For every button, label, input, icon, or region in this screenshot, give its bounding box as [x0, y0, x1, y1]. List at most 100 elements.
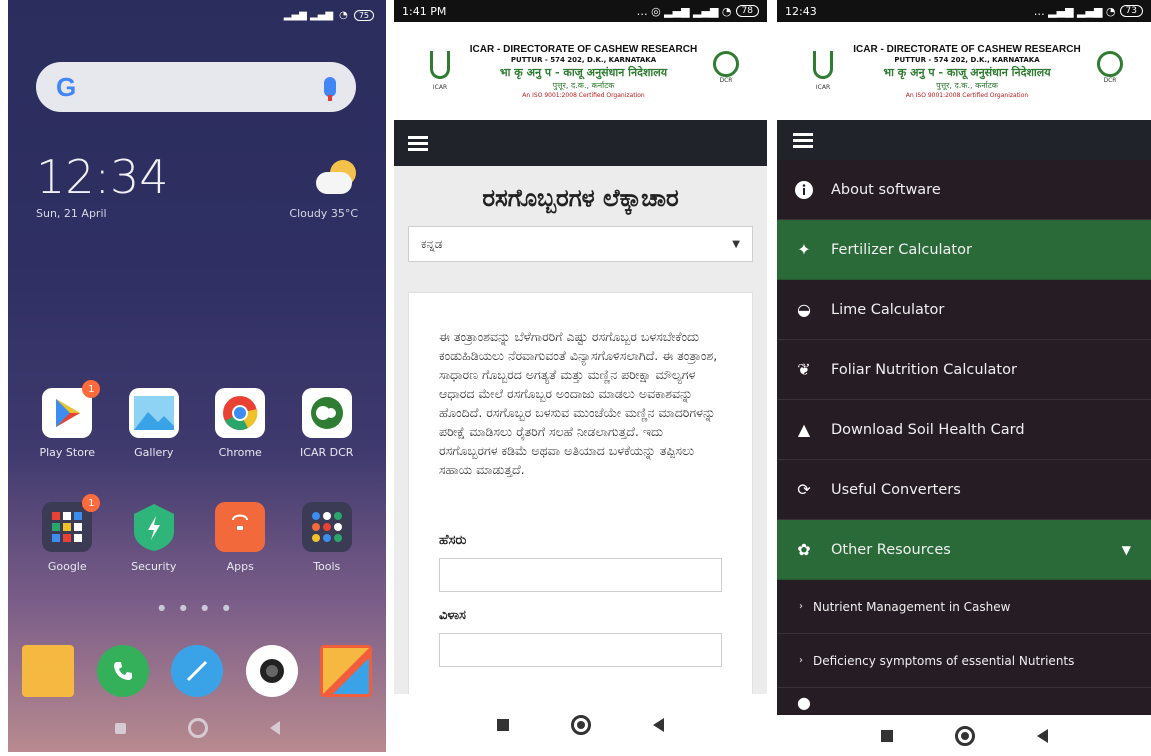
- signal-icon: … ◎ ▂▄▆ ▂▄▆ ◔: [636, 4, 732, 18]
- menu-item-label: Useful Converters: [831, 481, 961, 498]
- tools-folder-icon[interactable]: [301, 502, 352, 552]
- dcr-logo-icon: DCR: [711, 51, 741, 91]
- google-search-bar[interactable]: G: [36, 62, 356, 112]
- gallery-icon[interactable]: [128, 388, 179, 438]
- home-icon[interactable]: [954, 725, 975, 746]
- submenu-item-label: Nutrient Management in Cashew: [813, 599, 1011, 614]
- google-folder-icon[interactable]: 1: [42, 494, 101, 552]
- notification-badge: 1: [82, 380, 101, 398]
- dropdown-arrow-icon: ▼: [732, 238, 740, 250]
- browser-icon[interactable]: [171, 645, 223, 697]
- notes-icon[interactable]: [22, 645, 74, 697]
- notification-badge: 1: [82, 494, 101, 512]
- weather-cloud-icon[interactable]: [312, 160, 356, 196]
- side-menu: About software ✦ Fertilizer Calculator ◒…: [777, 120, 1151, 716]
- menu-header: [777, 120, 1151, 160]
- site-header: ICAR ICAR - DIRECTORATE OF CASHEW RESEAR…: [394, 22, 767, 120]
- org-address-hindi: पुत्तूर, द.क., कर्नाटक: [552, 80, 615, 90]
- app-label: Chrome: [218, 446, 262, 459]
- description-text: ಈ ತಂತ್ರಾಂಶವನ್ನು ಬೆಳೆಗಾರರಿಗೆ ಎಷ್ಟು ರಸಗೊಬ್…: [439, 329, 718, 477]
- org-name-hindi: भा कृ अनु प - काजू अनुसंधान निदेशालय: [499, 65, 668, 79]
- leaf-icon: ❦: [797, 360, 811, 379]
- app-label: Tools: [313, 560, 341, 573]
- page-title: ರಸಗೊಬ್ಬರಗಳ ಲೆಕ್ಕಾಚಾರ: [482, 184, 679, 212]
- user-icon: ●: [797, 692, 811, 712]
- chrome-icon[interactable]: [215, 388, 266, 438]
- recents-icon[interactable]: [114, 722, 126, 734]
- status-time: 12:43: [785, 4, 817, 18]
- chevron-down-icon[interactable]: ▼: [1122, 543, 1131, 557]
- info-icon: [793, 179, 815, 201]
- menu-item-foliar-nutrition[interactable]: ❦ Foliar Nutrition Calculator: [777, 340, 1151, 400]
- menu-item-lime-calculator[interactable]: ◒ Lime Calculator: [777, 280, 1151, 340]
- recents-icon[interactable]: [497, 719, 509, 731]
- app-label: Gallery: [134, 446, 174, 459]
- status-bar: 1:41 PM … ◎ ▂▄▆ ▂▄▆ ◔ 78: [394, 0, 767, 22]
- themes-icon[interactable]: [320, 645, 372, 697]
- menu-drawer-phone: 12:43 … ▂▄▆ ▂▄▆ ◔ 73 ICAR ICAR - DIRECTO…: [777, 0, 1151, 756]
- phone-icon[interactable]: [96, 645, 149, 697]
- signal-icon: ▂▄▆ ▂▄▆: [283, 9, 334, 21]
- menu-item-other-resources[interactable]: ✿ Other Resources ▼: [777, 520, 1151, 580]
- status-time: 1:41 PM: [402, 4, 447, 18]
- app-google-folder[interactable]: 1 Google: [24, 494, 111, 573]
- resources-icon: ✿: [797, 540, 811, 559]
- app-security[interactable]: Security: [111, 502, 198, 573]
- menu-item-soil-health-card[interactable]: ▲ Download Soil Health Card: [777, 400, 1151, 460]
- home-icon[interactable]: [187, 718, 208, 738]
- camera-icon[interactable]: [245, 645, 298, 697]
- status-bar: 12:43 … ▂▄▆ ▂▄▆ ◔ 73: [777, 0, 1151, 22]
- chevron-right-icon: ›: [799, 601, 803, 612]
- hamburger-menu-icon[interactable]: [793, 132, 813, 148]
- app-icar-dcr[interactable]: ICAR DCR: [284, 388, 371, 459]
- submenu-item-label: Deficiency symptoms of essential Nutrien…: [813, 653, 1075, 668]
- app-apps-store[interactable]: Apps: [197, 502, 284, 573]
- menu-item-label: Lime Calculator: [831, 301, 945, 318]
- org-address: PUTTUR - 574 202, D.K., KARNATAKA: [510, 55, 657, 64]
- home-screen-phone: ▂▄▆ ▂▄▆ ◔ 75 G 12:34 Sun, 21 April Cloud…: [8, 0, 386, 752]
- menu-item-label: Download Soil Health Card: [831, 421, 1025, 438]
- nav-bar: [777, 715, 1151, 756]
- recents-icon[interactable]: [880, 729, 893, 742]
- menu-item-about-software[interactable]: About software: [777, 160, 1151, 220]
- icar-logo-icon: ICAR: [807, 51, 839, 91]
- app-play-store[interactable]: 1 Play Store: [24, 380, 111, 459]
- soil-card-icon: ▲: [797, 420, 811, 439]
- hamburger-menu-icon[interactable]: [408, 135, 428, 151]
- page-indicator: ● ● ● ●: [158, 603, 236, 612]
- address-input[interactable]: [439, 633, 722, 667]
- back-icon[interactable]: [1036, 728, 1048, 743]
- mic-icon[interactable]: [324, 77, 336, 101]
- org-name-hindi: भा कृ अनु प - काजू अनुसंधान निदेशालय: [883, 65, 1051, 79]
- fertilizer-calculator-phone: 1:41 PM … ◎ ▂▄▆ ▂▄▆ ◔ 78 ICAR ICAR - DIR…: [394, 0, 767, 756]
- language-select[interactable]: ಕನ್ನಡ ▼: [408, 226, 753, 262]
- org-address: PUTTUR - 574 202, D.K., KARNATAKA: [894, 55, 1040, 64]
- shopping-bag-icon[interactable]: [215, 502, 266, 552]
- app-chrome[interactable]: Chrome: [197, 388, 284, 459]
- app-gallery[interactable]: Gallery: [111, 388, 198, 459]
- back-icon[interactable]: [269, 721, 280, 735]
- menu-item-fertilizer-calculator[interactable]: ✦ Fertilizer Calculator: [777, 220, 1151, 280]
- info-card: ಈ ತಂತ್ರಾಂಶವನ್ನು ಬೆಳೆಗಾರರಿಗೆ ಎಷ್ಟು ರಸಗೊಬ್…: [408, 292, 753, 712]
- nav-bar: [394, 694, 767, 756]
- submenu-item-nutrient-management[interactable]: › Nutrient Management in Cashew: [777, 580, 1151, 634]
- security-shield-icon[interactable]: [129, 502, 179, 552]
- dcr-logo-icon: DCR: [1095, 51, 1125, 91]
- clock-widget[interactable]: 12:34: [36, 150, 169, 204]
- back-icon[interactable]: [653, 718, 664, 732]
- icar-dcr-icon[interactable]: [301, 388, 352, 438]
- name-field-label: ಹೆಸರು: [439, 533, 467, 548]
- menu-item-label: Foliar Nutrition Calculator: [831, 361, 1017, 378]
- app-label: Apps: [226, 560, 254, 573]
- app-row-1: 1 Play Store Gallery Chrome ICAR DCR: [24, 380, 371, 459]
- app-dock: [22, 645, 372, 697]
- name-input[interactable]: [439, 558, 722, 592]
- submenu-item-deficiency-symptoms[interactable]: › Deficiency symptoms of essential Nutri…: [777, 634, 1151, 688]
- org-address-hindi: पुत्तूर, द.क., कर्नाटक: [936, 80, 998, 90]
- app-tools-folder[interactable]: Tools: [284, 502, 371, 573]
- menu-item-useful-converters[interactable]: ⟳ Useful Converters: [777, 460, 1151, 520]
- menu-item-partial[interactable]: ●: [777, 688, 1151, 716]
- play-store-icon[interactable]: 1: [42, 380, 101, 438]
- home-icon[interactable]: [571, 715, 591, 735]
- wifi-icon: ◔: [339, 9, 348, 21]
